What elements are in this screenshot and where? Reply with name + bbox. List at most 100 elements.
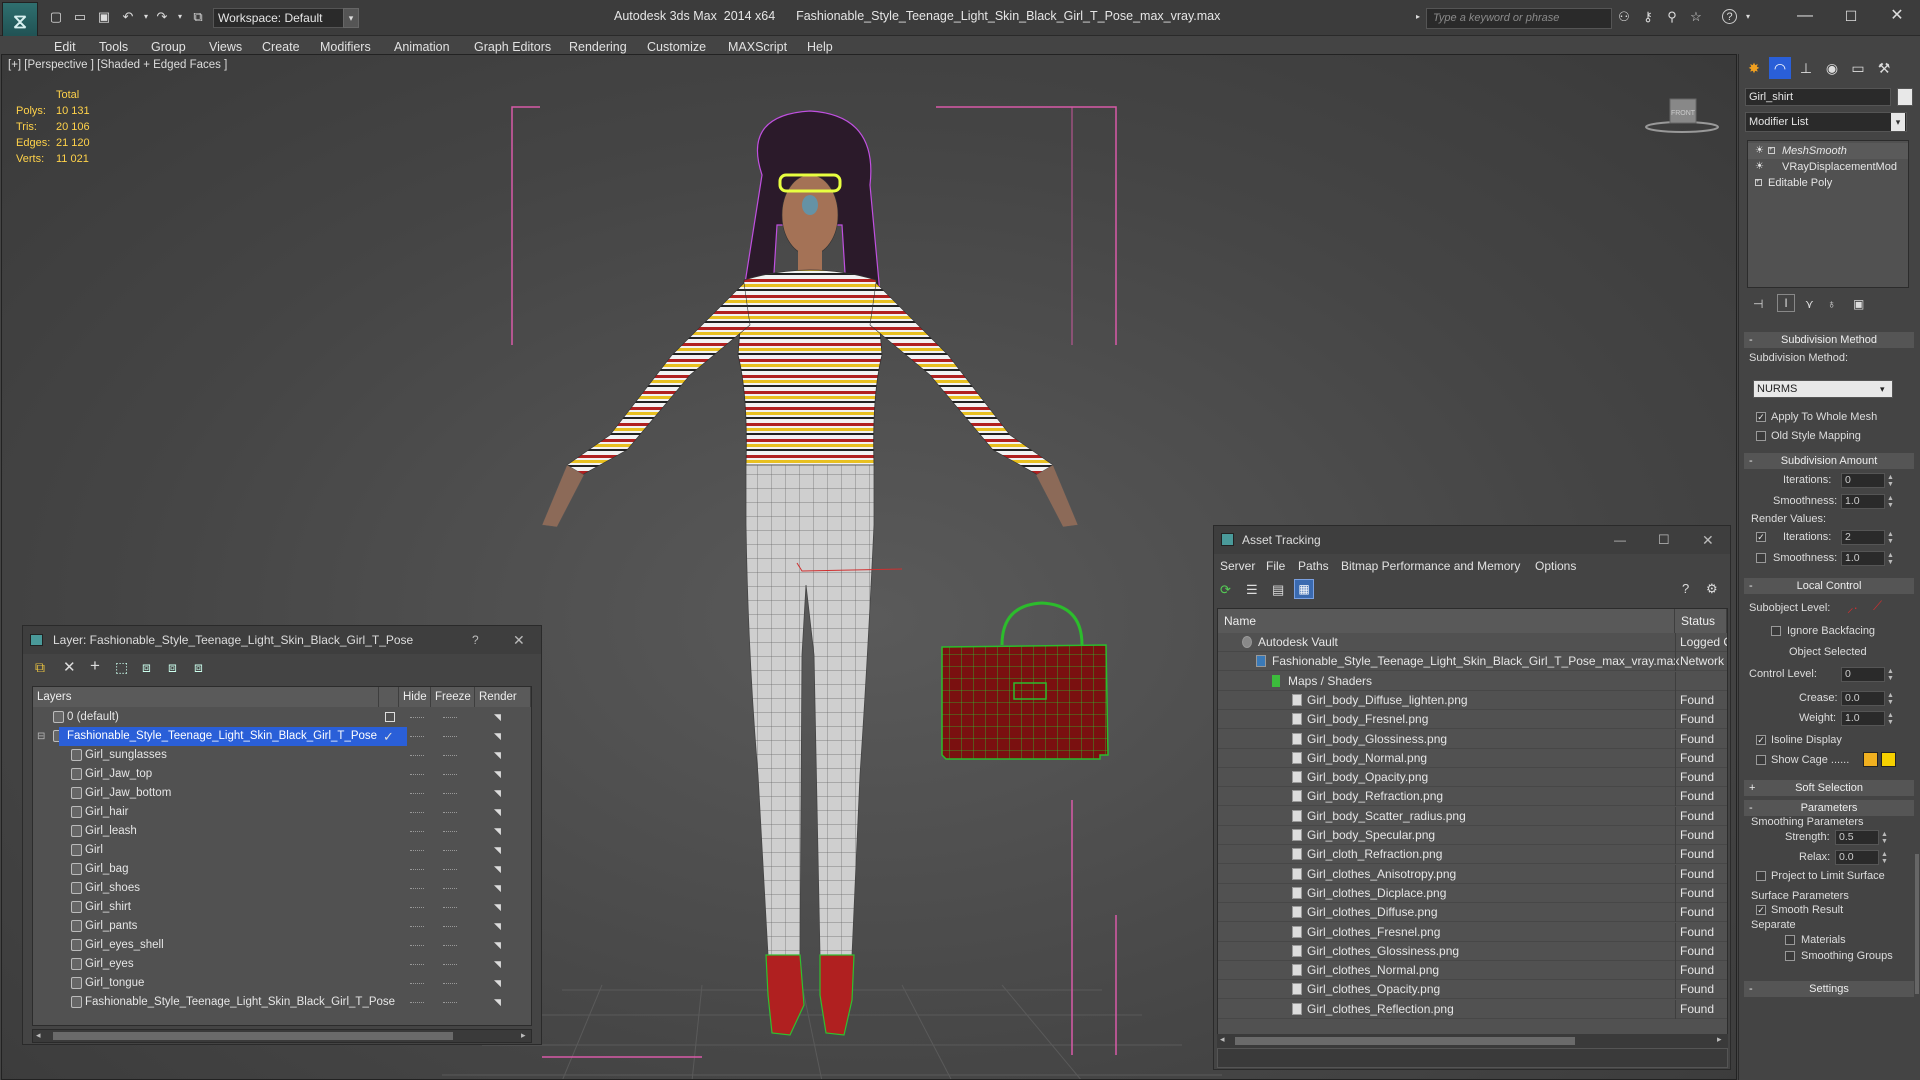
hide-toggle[interactable] [410, 831, 424, 832]
menu-modifiers[interactable]: Modifiers [320, 40, 371, 54]
render-teapot-icon[interactable]: ◥ [494, 998, 506, 1007]
menu-rendering[interactable]: Rendering [569, 40, 627, 54]
asset-close-icon[interactable]: ✕ [1702, 526, 1714, 554]
freeze-toggle[interactable] [443, 1002, 457, 1003]
asset-menu-options[interactable]: Options [1535, 559, 1576, 573]
utilities-tab-icon[interactable]: ⚒ [1873, 57, 1895, 79]
asset-row[interactable]: Girl_cloth_Refraction.png Found [1218, 845, 1727, 865]
hide-column-header[interactable]: Hide [399, 687, 431, 707]
make-unique-icon[interactable]: ⋎ [1805, 297, 1814, 311]
soft-selection-rollout[interactable]: + Soft Selection [1744, 780, 1914, 796]
asset-row[interactable]: Girl_body_Opacity.png Found [1218, 768, 1727, 788]
pin-stack-icon[interactable]: ⊣ [1753, 297, 1763, 311]
render-teapot-icon[interactable]: ◥ [494, 960, 506, 969]
asset-menu-file[interactable]: File [1266, 559, 1285, 573]
edge-level-icon[interactable]: ⟋ [1873, 598, 1882, 614]
add-to-layer-icon[interactable]: + [90, 656, 100, 676]
asset-row[interactable]: Girl_body_Scatter_radius.png Found [1218, 806, 1727, 826]
menu-tools[interactable]: Tools [99, 40, 128, 54]
redo-dropdown-icon[interactable]: ▾ [172, 9, 188, 25]
render-iterations-spinner[interactable]: 2 [1841, 530, 1885, 545]
collapse-icon[interactable]: ⊟ [37, 727, 45, 746]
communication-center-icon[interactable]: ⚲ [1664, 9, 1680, 25]
asset-menu-paths[interactable]: Paths [1298, 559, 1329, 573]
table-view-icon[interactable]: ▤ [1272, 582, 1284, 598]
freeze-toggle[interactable] [443, 736, 457, 737]
active-layer-checkmark-icon[interactable]: ✓ [383, 727, 394, 746]
layer-row[interactable]: Girl_bag ◥ [33, 860, 531, 879]
show-end-result-icon[interactable]: I [1777, 294, 1795, 312]
hide-all-layers-icon[interactable]: ⧈ [168, 659, 177, 676]
asset-row[interactable]: Girl_clothes_Normal.png Found [1218, 961, 1727, 981]
expand-icon[interactable]: + [1768, 147, 1775, 154]
render-smoothness-checkbox[interactable] [1756, 553, 1766, 563]
workspace-dropdown[interactable]: Workspace: Default [213, 8, 359, 28]
apply-whole-mesh-checkbox[interactable]: ✓ [1756, 412, 1766, 422]
asset-row[interactable]: Girl_clothes_Reflection.png Found [1218, 999, 1727, 1019]
configure-modifier-sets-icon[interactable]: ▣ [1853, 297, 1864, 311]
render-teapot-icon[interactable]: ◥ [494, 846, 506, 855]
hide-toggle[interactable] [410, 812, 424, 813]
asset-menu-bitmap-performance[interactable]: Bitmap Performance and Memory [1341, 559, 1520, 573]
asset-maximize-icon[interactable]: ☐ [1658, 526, 1670, 554]
render-teapot-icon[interactable]: ◥ [494, 979, 506, 988]
layer-row[interactable]: Girl_leash ◥ [33, 822, 531, 841]
menu-views[interactable]: Views [209, 40, 242, 54]
hide-toggle[interactable] [410, 964, 424, 965]
asset-help-icon[interactable]: ? [1682, 581, 1689, 596]
settings-rollout[interactable]: - Settings [1744, 981, 1914, 997]
asset-row[interactable]: Girl_clothes_Diffuse.png Found [1218, 903, 1727, 923]
freeze-all-layers-icon[interactable]: ⧈ [194, 659, 203, 676]
render-teapot-icon[interactable]: ◥ [494, 732, 506, 741]
display-tab-icon[interactable]: ▭ [1847, 57, 1869, 79]
render-teapot-icon[interactable]: ◥ [494, 789, 506, 798]
relax-spinner[interactable]: 0.0 [1835, 850, 1879, 865]
asset-row[interactable]: Girl_body_Fresnel.png Found [1218, 710, 1727, 730]
minimize-icon[interactable]: — [1790, 5, 1820, 27]
isoline-display-checkbox[interactable]: ✓ [1756, 735, 1766, 745]
layer-row[interactable]: Girl_hair ◥ [33, 803, 531, 822]
asset-row[interactable]: Fashionable_Style_Teenage_Light_Skin_Bla… [1218, 652, 1727, 672]
spinner-arrows-icon[interactable]: ▲ ▼ [1887, 712, 1895, 727]
asset-path-field[interactable] [1217, 1048, 1728, 1068]
scroll-left-icon[interactable]: ◂ [36, 1030, 41, 1041]
delete-layer-icon[interactable]: ✕ [63, 658, 76, 676]
separate-smoothing-groups-checkbox[interactable] [1785, 951, 1795, 961]
menu-create[interactable]: Create [262, 40, 300, 54]
freeze-toggle[interactable] [443, 964, 457, 965]
help-icon[interactable]: ? [1722, 9, 1737, 24]
freeze-toggle[interactable] [443, 850, 457, 851]
asset-row[interactable]: Girl_body_Diffuse_lighten.png Found [1218, 690, 1727, 710]
render-teapot-icon[interactable]: ◥ [494, 827, 506, 836]
render-teapot-icon[interactable]: ◥ [494, 941, 506, 950]
freeze-toggle[interactable] [443, 831, 457, 832]
asset-horizontal-scrollbar[interactable]: ◂ ▸ [1217, 1034, 1728, 1048]
subdivision-amount-rollout[interactable]: - Subdivision Amount [1744, 453, 1914, 469]
motion-tab-icon[interactable]: ◉ [1821, 57, 1843, 79]
hide-toggle[interactable] [410, 983, 424, 984]
cage-selection-color-swatch[interactable] [1881, 752, 1896, 767]
menu-customize[interactable]: Customize [647, 40, 706, 54]
layer-row[interactable]: Girl_shirt ◥ [33, 898, 531, 917]
render-column-header[interactable]: Render [475, 687, 531, 707]
stack-item-meshsmooth[interactable]: ☀ + MeshSmooth [1748, 143, 1908, 159]
hide-toggle[interactable] [410, 945, 424, 946]
layer-row[interactable]: 0 (default) ◥ [33, 708, 531, 727]
asset-row[interactable]: Girl_body_Glossiness.png Found [1218, 729, 1727, 749]
spinner-arrows-icon[interactable]: ▲ ▼ [1881, 851, 1889, 866]
hide-toggle[interactable] [410, 888, 424, 889]
freeze-toggle[interactable] [443, 717, 457, 718]
freeze-toggle[interactable] [443, 774, 457, 775]
layer-row[interactable]: Girl_Jaw_bottom ◥ [33, 784, 531, 803]
scroll-left-icon[interactable]: ◂ [1220, 1034, 1225, 1045]
close-icon[interactable]: ✕ [1882, 5, 1912, 27]
scroll-right-icon[interactable]: ▸ [1717, 1034, 1722, 1045]
freeze-toggle[interactable] [443, 888, 457, 889]
render-teapot-icon[interactable]: ◥ [494, 922, 506, 931]
status-column-header[interactable]: Status [1675, 609, 1727, 633]
asset-row[interactable]: Girl_clothes_Dicplace.png Found [1218, 883, 1727, 903]
freeze-toggle[interactable] [443, 869, 457, 870]
asset-minimize-icon[interactable]: — [1614, 526, 1626, 554]
layer-row[interactable]: Girl_tongue ◥ [33, 974, 531, 993]
undo-dropdown-icon[interactable]: ▾ [138, 9, 154, 25]
